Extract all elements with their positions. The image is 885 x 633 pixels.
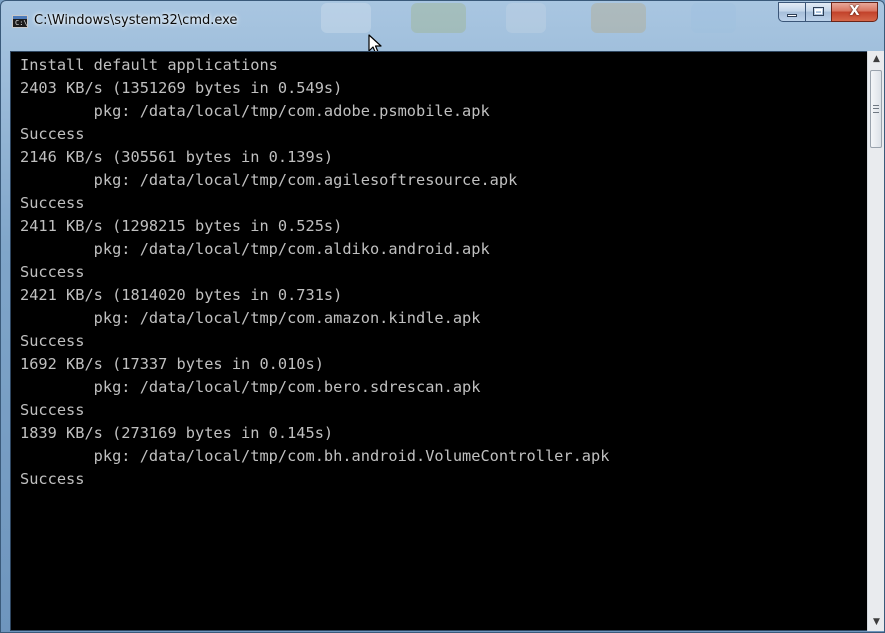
scroll-up-arrow-icon[interactable]: ▲ [868, 51, 884, 68]
scroll-down-arrow-icon[interactable]: ▼ [868, 614, 884, 631]
console-line: 2403 KB/s (1351269 bytes in 0.549s) [20, 79, 343, 97]
console-output: Install default applications 2403 KB/s (1… [11, 52, 867, 627]
grip-icon [873, 105, 879, 113]
maximize-button[interactable] [805, 2, 831, 22]
window-title: C:\Windows\system32\cmd.exe [34, 13, 238, 28]
console-line: Install default applications [20, 56, 278, 74]
console-line: pkg: /data/local/tmp/com.bh.android.Volu… [20, 447, 610, 465]
console-line: pkg: /data/local/tmp/com.bero.sdrescan.a… [20, 378, 481, 396]
console-line: Success [20, 125, 85, 143]
console-line: 1839 KB/s (273169 bytes in 0.145s) [20, 424, 334, 442]
minimize-button[interactable] [778, 2, 805, 22]
console-line: pkg: /data/local/tmp/com.agilesoftresour… [20, 171, 518, 189]
maximize-icon [813, 7, 824, 16]
console-line: pkg: /data/local/tmp/com.amazon.kindle.a… [20, 309, 481, 327]
title-bar[interactable]: C:\ C:\Windows\system32\cmd.exe X [1, 1, 884, 41]
scroll-thumb[interactable] [870, 70, 882, 148]
console-line: 2146 KB/s (305561 bytes in 0.139s) [20, 148, 334, 166]
console-line: Success [20, 401, 85, 419]
console-line: 2411 KB/s (1298215 bytes in 0.525s) [20, 217, 343, 235]
console-line: Success [20, 263, 85, 281]
console-line: Success [20, 194, 85, 212]
console-line: Success [20, 470, 85, 488]
console-line: 1692 KB/s (17337 bytes in 0.010s) [20, 355, 324, 373]
console-line: 2421 KB/s (1814020 bytes in 0.731s) [20, 286, 343, 304]
console-line: pkg: /data/local/tmp/com.adobe.psmobile.… [20, 102, 490, 120]
caption-buttons: X [778, 2, 878, 22]
cmd-window: C:\ C:\Windows\system32\cmd.exe X Instal… [0, 0, 885, 633]
console-line: pkg: /data/local/tmp/com.aldiko.android.… [20, 240, 490, 258]
console-line: Success [20, 332, 85, 350]
close-button[interactable]: X [831, 2, 878, 22]
minimize-icon [787, 14, 797, 17]
vertical-scrollbar[interactable]: ▲ ▼ [867, 51, 884, 631]
console-area[interactable]: Install default applications 2403 KB/s (1… [10, 51, 868, 631]
close-icon: X [849, 4, 860, 19]
cmd-app-icon[interactable]: C:\ [12, 15, 28, 28]
